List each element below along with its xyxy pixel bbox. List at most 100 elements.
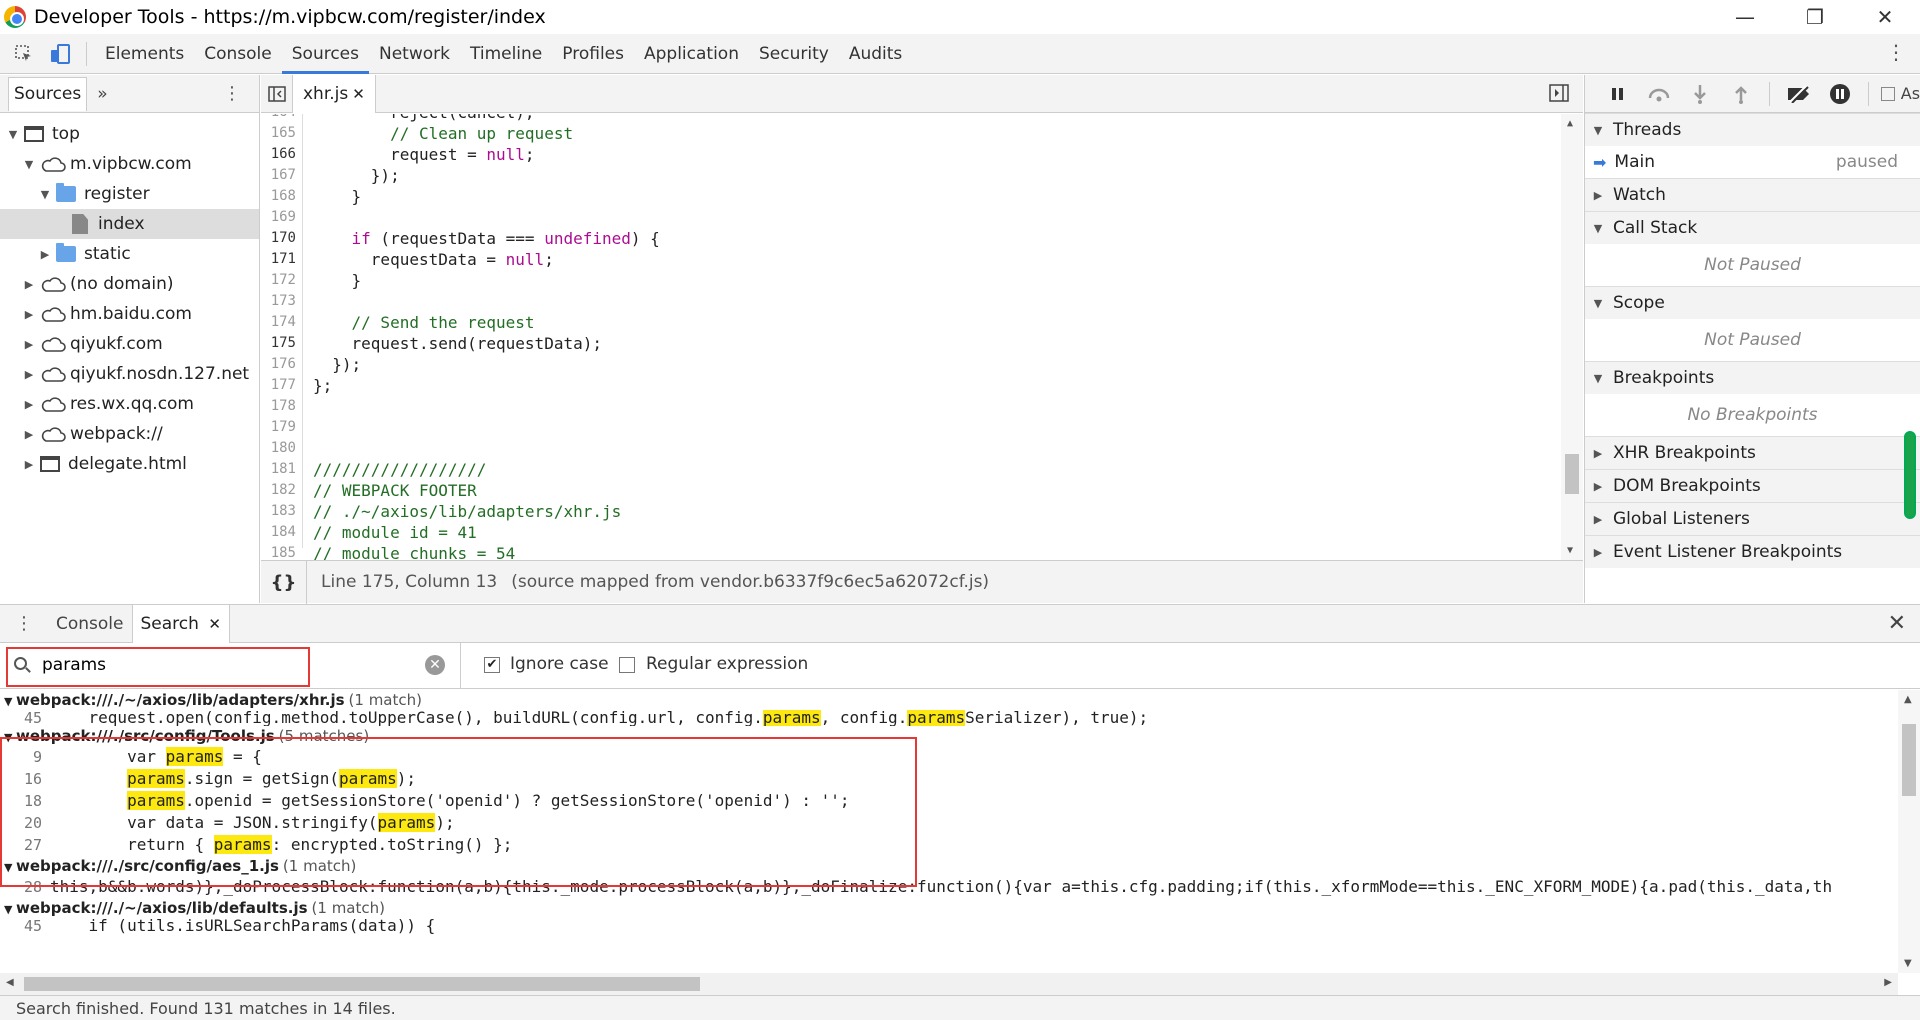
tab-sources[interactable]: Sources xyxy=(281,34,369,74)
line-number[interactable]: 174 xyxy=(261,312,302,333)
line-number[interactable]: 170 xyxy=(261,228,302,249)
pretty-print-button[interactable]: {} xyxy=(261,560,307,604)
tree-item[interactable]: ▼ m.vipbcw.com xyxy=(0,149,259,179)
triangle-right-icon[interactable]: ▶ xyxy=(22,368,36,381)
pane-scope[interactable]: ▼ Scope xyxy=(1585,286,1920,319)
more-options-icon[interactable]: ⋮ xyxy=(1886,40,1906,64)
line-number[interactable]: 185 xyxy=(261,543,302,560)
tree-item[interactable]: ▶ (no domain) xyxy=(0,269,259,299)
tab-xhr-js[interactable]: xhr.js ✕ xyxy=(293,74,376,113)
regex-checkbox[interactable] xyxy=(619,657,635,673)
scroll-down-icon[interactable]: ▼ xyxy=(1904,958,1912,969)
inspect-element-icon[interactable] xyxy=(6,36,42,72)
tree-item[interactable]: ▶ static xyxy=(0,239,259,269)
pane-event-listener-breakpoints[interactable]: ▶ Event Listener Breakpoints xyxy=(1585,535,1920,568)
result-file[interactable]: ▼ webpack:///./src/config/Tools.js (5 mat… xyxy=(0,726,1898,746)
line-number[interactable]: 165 xyxy=(261,123,302,144)
tree-item[interactable]: ▶ res.wx.qq.com xyxy=(0,389,259,419)
scroll-left-icon[interactable]: ◀ xyxy=(6,977,14,988)
results-scrollbar[interactable]: ▲ ▼ xyxy=(1898,690,1920,973)
pane-global-listeners[interactable]: ▶ Global Listeners xyxy=(1585,502,1920,535)
result-line[interactable]: 45 if (utils.isURLSearchParams(data)) { xyxy=(0,918,1898,934)
pause-on-exceptions-icon[interactable] xyxy=(1819,75,1860,113)
tab-profiles[interactable]: Profiles xyxy=(552,34,634,74)
line-number[interactable]: 183 xyxy=(261,501,302,522)
line-number[interactable]: 173 xyxy=(261,291,302,312)
toggle-debugger-icon[interactable] xyxy=(1549,84,1569,107)
result-file[interactable]: ▼ webpack:///./~/axios/lib/defaults.js (1… xyxy=(0,898,1898,918)
editor-scrollbar[interactable]: ▲ ▼ xyxy=(1561,114,1583,560)
results-horizontal-scrollbar[interactable]: ◀ ▶ xyxy=(0,973,1898,995)
close-tab-icon[interactable]: ✕ xyxy=(208,615,221,633)
async-checkbox[interactable] xyxy=(1881,86,1895,101)
results-scroll-thumb[interactable] xyxy=(1902,724,1916,796)
triangle-down-icon[interactable]: ▼ xyxy=(6,128,20,141)
triangle-right-icon[interactable]: ▶ xyxy=(38,248,52,261)
ignore-case-checkbox[interactable]: ✔ xyxy=(484,657,500,673)
step-into-icon[interactable] xyxy=(1679,75,1720,113)
line-number[interactable]: 171 xyxy=(261,249,302,270)
pause-icon[interactable] xyxy=(1597,75,1638,113)
minimize-button[interactable]: — xyxy=(1710,0,1780,34)
triangle-down-icon[interactable]: ▼ xyxy=(4,861,16,874)
triangle-down-icon[interactable]: ▼ xyxy=(22,158,36,171)
tab-audits[interactable]: Audits xyxy=(839,34,912,74)
line-number[interactable]: 175 xyxy=(261,333,302,354)
result-line[interactable]: 9 var params = { xyxy=(0,746,1898,768)
line-number[interactable]: 172 xyxy=(261,270,302,291)
step-over-icon[interactable] xyxy=(1638,75,1679,113)
result-line[interactable]: 28 this,b&&b.words)},_doProcessBlock:func… xyxy=(0,876,1898,898)
result-line[interactable]: 18 params.openid = getSessionStore('open… xyxy=(0,790,1898,812)
result-line[interactable]: 45 request.open(config.method.toUpperCas… xyxy=(0,710,1898,726)
editor-scroll-thumb[interactable] xyxy=(1565,454,1579,494)
deactivate-breakpoints-icon[interactable] xyxy=(1778,75,1819,113)
result-line[interactable]: 16 params.sign = getSign(params); xyxy=(0,768,1898,790)
tab-security[interactable]: Security xyxy=(749,34,839,74)
source-map-info[interactable]: (source mapped from vendor.b6337f9c6ec5a… xyxy=(511,572,989,592)
tree-item[interactable]: index xyxy=(0,209,259,239)
triangle-right-icon[interactable]: ▶ xyxy=(22,398,36,411)
line-number-gutter[interactable]: 1641651661671681691701711721731741751761… xyxy=(261,114,303,560)
scroll-right-icon[interactable]: ▶ xyxy=(1884,977,1892,988)
more-tabs-icon[interactable]: » xyxy=(97,84,107,104)
close-tab-icon[interactable]: ✕ xyxy=(352,85,365,103)
tree-item[interactable]: ▶ hm.baidu.com xyxy=(0,299,259,329)
line-number[interactable]: 184 xyxy=(261,522,302,543)
pane-breakpoints[interactable]: ▼ Breakpoints xyxy=(1585,361,1920,394)
line-number[interactable]: 180 xyxy=(261,438,302,459)
tree-item[interactable]: ▶ delegate.html xyxy=(0,449,259,479)
triangle-right-icon[interactable]: ▶ xyxy=(22,428,36,441)
code-area[interactable]: 1641651661671681691701711721731741751761… xyxy=(261,114,1583,560)
scroll-up-icon[interactable]: ▲ xyxy=(1567,118,1573,129)
triangle-down-icon[interactable]: ▼ xyxy=(4,903,16,916)
line-number[interactable]: 179 xyxy=(261,417,302,438)
thread-main[interactable]: ➡ Main paused xyxy=(1585,146,1920,178)
line-number[interactable]: 164 xyxy=(261,114,302,123)
triangle-down-icon[interactable]: ▼ xyxy=(38,188,52,201)
triangle-right-icon[interactable]: ▶ xyxy=(22,458,36,471)
restore-button[interactable]: ❐ xyxy=(1780,0,1850,34)
tab-network[interactable]: Network xyxy=(369,34,460,74)
pane-watch[interactable]: ▶ Watch xyxy=(1585,178,1920,211)
navigator-menu-icon[interactable]: ⋮ xyxy=(223,83,241,104)
line-number[interactable]: 167 xyxy=(261,165,302,186)
result-line[interactable]: 20 var data = JSON.stringify(params); xyxy=(0,812,1898,834)
debugger-scroll-thumb[interactable] xyxy=(1904,431,1916,519)
triangle-right-icon[interactable]: ▶ xyxy=(22,278,36,291)
tree-item[interactable]: ▶ webpack:// xyxy=(0,419,259,449)
tab-sources-navigator[interactable]: Sources xyxy=(8,76,88,111)
scroll-up-icon[interactable]: ▲ xyxy=(1904,694,1912,705)
triangle-down-icon[interactable]: ▼ xyxy=(4,731,16,744)
close-window-button[interactable]: ✕ xyxy=(1850,0,1920,34)
pane-xhr-breakpoints[interactable]: ▶ XHR Breakpoints xyxy=(1585,436,1920,469)
tab-search[interactable]: Search ✕ xyxy=(131,604,230,643)
tab-console-drawer[interactable]: Console xyxy=(48,605,132,643)
device-mode-icon[interactable] xyxy=(42,36,78,72)
triangle-right-icon[interactable]: ▶ xyxy=(22,338,36,351)
toggle-navigator-icon[interactable] xyxy=(261,74,293,113)
drawer-menu-icon[interactable]: ⋮ xyxy=(0,613,48,634)
line-number[interactable]: 178 xyxy=(261,396,302,417)
clear-search-icon[interactable]: ✕ xyxy=(425,655,445,675)
horizontal-scroll-thumb[interactable] xyxy=(24,977,700,991)
close-drawer-icon[interactable]: ✕ xyxy=(1888,611,1906,636)
